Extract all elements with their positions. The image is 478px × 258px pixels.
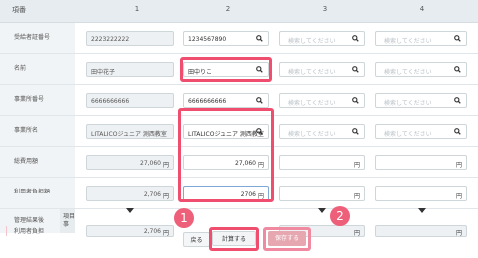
highlight-office-cost-fields bbox=[178, 108, 274, 202]
table-header: 項番 1 2 3 4 bbox=[0, 0, 478, 23]
yen-label: 円 bbox=[353, 230, 360, 237]
label-user-burden-ext bbox=[0, 193, 75, 208]
search-icon[interactable] bbox=[454, 128, 461, 135]
col4-name-field[interactable]: 検索してください bbox=[375, 62, 467, 77]
label-managed-burden-b: 利用者負担 bbox=[14, 228, 45, 235]
col1-office-name: LITALICOジュニア 測西教室 bbox=[86, 124, 174, 139]
label-office-no: 事業所番号 bbox=[0, 85, 75, 115]
placeholder-text: 検索してください bbox=[288, 131, 336, 138]
col3-office-no-field[interactable]: 検索してください bbox=[279, 93, 365, 108]
placeholder-text: 検索してください bbox=[288, 69, 336, 76]
col4-user-burden-field[interactable]: 円 bbox=[375, 186, 467, 201]
row-divider bbox=[0, 84, 478, 85]
label-total-cost: 総費用額 bbox=[0, 147, 75, 177]
placeholder-text: 検索してください bbox=[288, 100, 336, 107]
yen-label: 円 bbox=[455, 162, 462, 169]
col1-managed-burden-value: 2,706 bbox=[143, 228, 161, 235]
col3-recipient-no-field[interactable]: 検索してください bbox=[279, 31, 365, 46]
placeholder-text: 検索してください bbox=[384, 38, 432, 45]
col3-user-burden-field[interactable]: 円 bbox=[279, 186, 365, 201]
label-managed-burden-a: 管理結果後 bbox=[14, 217, 45, 224]
search-icon[interactable] bbox=[454, 66, 461, 73]
chevron-down-icon[interactable] bbox=[318, 208, 326, 213]
row-divider bbox=[0, 208, 478, 209]
billing-table: 項番 1 2 3 4 受給者証番号 名前 事業所番号 事業所名 総費用額 利用者… bbox=[0, 0, 478, 258]
col2-office-no-field[interactable]: 6666666666 bbox=[183, 93, 269, 108]
search-icon[interactable] bbox=[352, 66, 359, 73]
yen-label: 円 bbox=[353, 193, 360, 200]
highlight-save-button bbox=[263, 227, 311, 251]
label-recipient-no: 受給者証番号 bbox=[0, 23, 75, 53]
yen-label: 円 bbox=[455, 230, 462, 237]
header-col-4: 4 bbox=[419, 5, 425, 13]
col1-user-burden: 2,706 円 bbox=[86, 186, 174, 201]
col2-recipient-no-value: 1234567890 bbox=[188, 36, 227, 43]
chevron-down-icon[interactable] bbox=[126, 208, 134, 213]
placeholder-text: 検索してください bbox=[384, 69, 432, 76]
col4-office-name-field[interactable]: 検索してください bbox=[375, 124, 467, 139]
col1-office-name-value: LITALICOジュニア 測西教室 bbox=[91, 131, 167, 138]
col1-name-value: 田中花子 bbox=[91, 69, 116, 76]
yen-label: 円 bbox=[353, 162, 360, 169]
col1-office-no: 6666666666 bbox=[86, 93, 174, 108]
col3-total-cost-field[interactable]: 円 bbox=[279, 155, 365, 170]
yen-label: 円 bbox=[162, 193, 169, 200]
yen-label: 円 bbox=[455, 193, 462, 200]
step-marker-1: 1 bbox=[174, 208, 194, 228]
yen-label: 円 bbox=[162, 230, 169, 237]
col1-recipient-no-value: 2223222222 bbox=[91, 36, 130, 43]
placeholder-text: 検索してください bbox=[384, 131, 432, 138]
search-icon[interactable] bbox=[352, 97, 359, 104]
col2-recipient-no-field[interactable]: 1234567890 bbox=[183, 31, 269, 46]
col1-total-cost-value: 27,060 bbox=[140, 160, 161, 167]
col1-office-no-value: 6666666666 bbox=[91, 98, 130, 105]
placeholder-text: 検索してください bbox=[384, 100, 432, 107]
col3-name-field[interactable]: 検索してください bbox=[279, 62, 365, 77]
header-col-3: 3 bbox=[322, 5, 328, 13]
label-item-box: 項目 事 bbox=[60, 209, 75, 233]
label-item2: 事 bbox=[63, 221, 70, 228]
search-icon[interactable] bbox=[454, 35, 461, 42]
row-divider bbox=[0, 53, 478, 54]
col4-total-cost-field[interactable]: 円 bbox=[375, 155, 467, 170]
header-col-2: 2 bbox=[225, 5, 231, 13]
header-item-no: 項番 bbox=[12, 6, 26, 14]
highlight-name-field bbox=[180, 57, 272, 82]
col1-managed-burden: 2,706 円 bbox=[86, 225, 174, 237]
left-divider bbox=[0, 226, 7, 236]
back-button[interactable]: 戻る bbox=[183, 232, 210, 247]
placeholder-text: 検索してください bbox=[288, 38, 336, 45]
col1-total-cost: 27,060 円 bbox=[86, 155, 174, 170]
search-icon[interactable] bbox=[256, 97, 263, 104]
search-icon[interactable] bbox=[352, 35, 359, 42]
col1-user-burden-value: 2,706 bbox=[143, 191, 161, 198]
label-office-name: 事業所名 bbox=[0, 116, 75, 146]
search-icon[interactable] bbox=[454, 97, 461, 104]
col4-managed-burden: 円 bbox=[375, 225, 467, 237]
search-icon[interactable] bbox=[352, 128, 359, 135]
col1-name: 田中花子 bbox=[86, 62, 174, 77]
col3-office-name-field[interactable]: 検索してください bbox=[279, 124, 365, 139]
col2-office-no-value: 6666666666 bbox=[188, 98, 227, 105]
search-icon[interactable] bbox=[256, 35, 263, 42]
header-col-1: 1 bbox=[134, 5, 140, 13]
step-marker-2: 2 bbox=[330, 206, 350, 226]
col4-recipient-no-field[interactable]: 検索してください bbox=[375, 31, 467, 46]
label-name: 名前 bbox=[0, 54, 75, 84]
yen-label: 円 bbox=[162, 162, 169, 169]
highlight-calculate-button bbox=[209, 227, 259, 251]
col1-recipient-no: 2223222222 bbox=[86, 31, 174, 46]
chevron-down-icon[interactable] bbox=[418, 208, 426, 213]
col4-office-no-field[interactable]: 検索してください bbox=[375, 93, 467, 108]
